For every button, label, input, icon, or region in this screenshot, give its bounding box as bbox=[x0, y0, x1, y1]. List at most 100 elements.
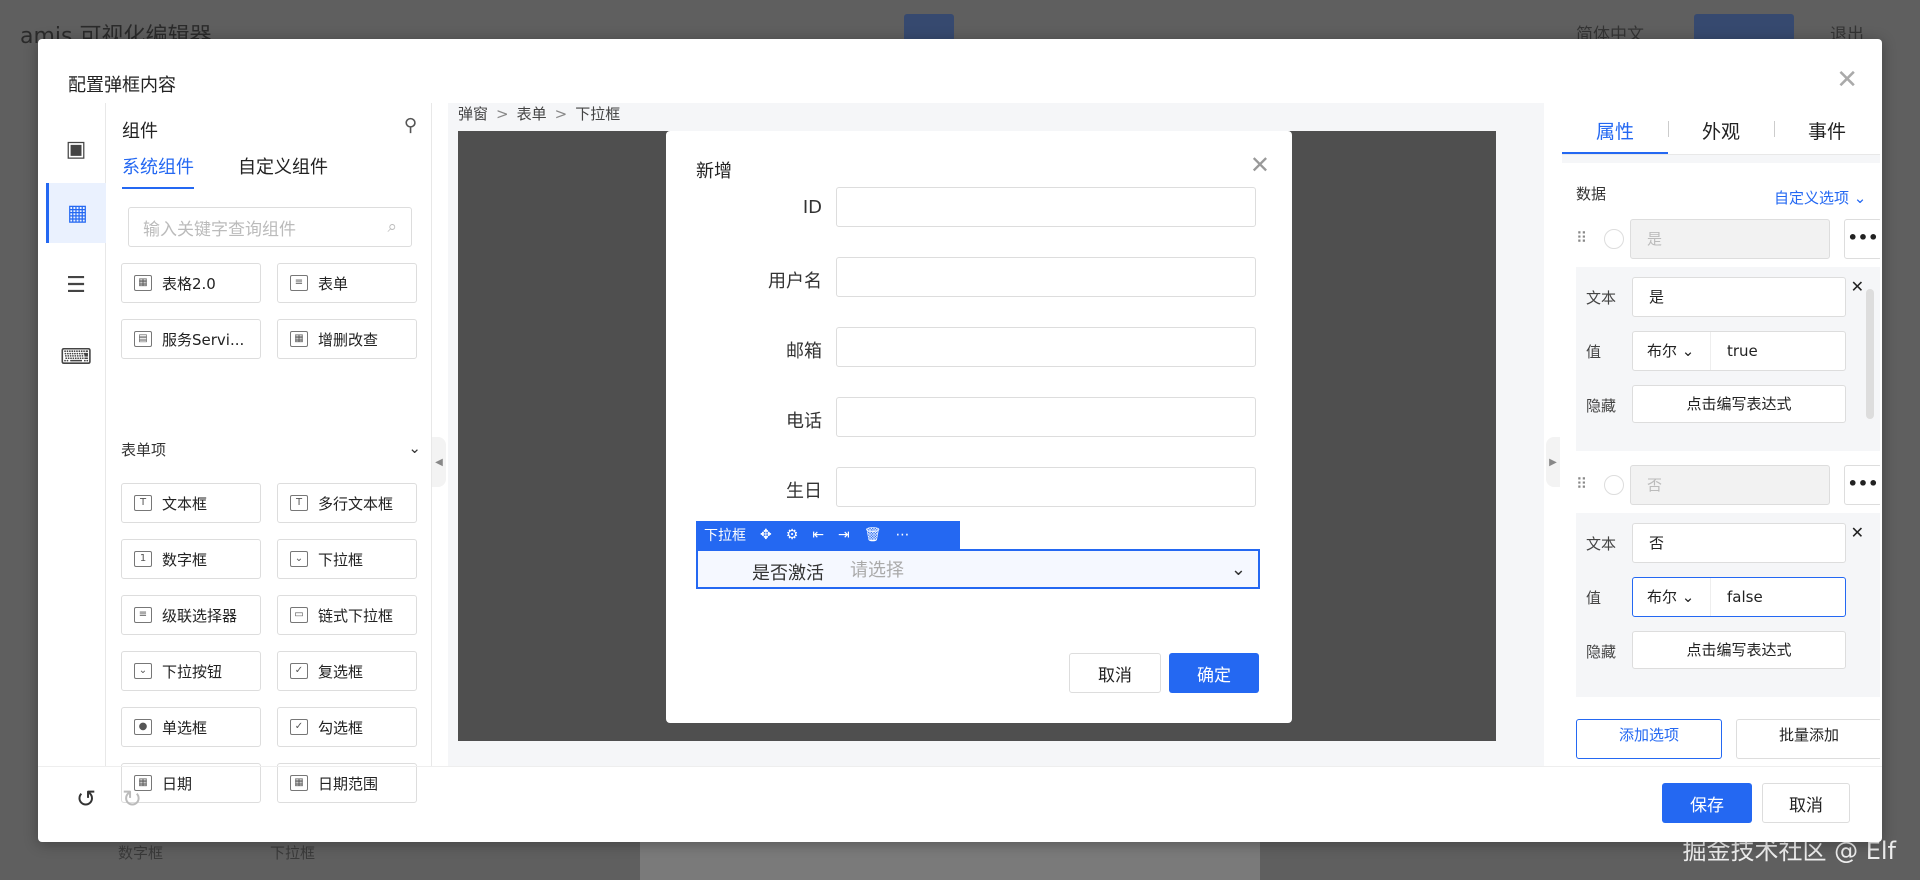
search-placeholder: 输入关键字查询组件 bbox=[143, 219, 296, 240]
batch-add-button[interactable]: 批量添加 bbox=[1736, 719, 1880, 759]
default-radio[interactable] bbox=[1604, 475, 1624, 495]
tab-properties[interactable]: 属性 bbox=[1562, 103, 1668, 154]
form-items-grid: T 文本框 T 多行文本框 1 数字框 ⌄ 下拉框 ≡ 级联选择器 ▭ 链式下拉框 ⌄ 下拉按… bbox=[121, 483, 421, 803]
component-item-text[interactable]: T 文本框 bbox=[121, 483, 261, 523]
insert-before-icon[interactable]: ⇤ bbox=[812, 527, 824, 543]
form-row-email: 邮箱 bbox=[696, 327, 1256, 369]
edit-expression-button[interactable]: 点击编写表达式 bbox=[1632, 385, 1846, 423]
background-footer-item: 下拉框 bbox=[270, 844, 316, 862]
breadcrumb-item[interactable]: 弹窗 bbox=[458, 105, 488, 123]
breadcrumb: 弹窗 > 表单 > 下拉框 bbox=[458, 105, 621, 123]
more-icon[interactable]: ⋯ bbox=[896, 527, 910, 543]
cancel-button[interactable]: 取消 bbox=[1762, 783, 1850, 823]
save-button[interactable]: 保存 bbox=[1662, 783, 1752, 823]
top-components-grid: ▦ 表格2.0 ≡ 表单 ▤ 服务Servi... ▦ 增删改查 bbox=[121, 263, 421, 359]
default-radio[interactable] bbox=[1604, 229, 1624, 249]
property-tabs: 属性 外观 事件 bbox=[1562, 103, 1880, 155]
field-label: ID bbox=[802, 197, 822, 218]
select-input[interactable]: 请选择 ⌄ bbox=[838, 551, 1258, 587]
background-footer bbox=[640, 840, 1260, 880]
dialog-close-icon[interactable]: ✕ bbox=[1250, 151, 1270, 179]
option-edit-panel: ✕ 文本 是 值 布尔 ⌄ true 隐藏 点击编写表达式 bbox=[1576, 267, 1880, 451]
panel-divider bbox=[1562, 155, 1880, 163]
value-type-select[interactable]: 布尔 ⌄ bbox=[1633, 332, 1711, 370]
drag-handle-icon[interactable]: ⠿ bbox=[1576, 229, 1587, 247]
component-search-input[interactable]: 输入关键字查询组件 ⌕ bbox=[128, 207, 412, 247]
component-item-textarea[interactable]: T 多行文本框 bbox=[277, 483, 417, 523]
field-input[interactable] bbox=[836, 467, 1256, 507]
component-item-chained-select[interactable]: ▭ 链式下拉框 bbox=[277, 595, 417, 635]
close-icon[interactable]: ✕ bbox=[1851, 277, 1864, 296]
component-item-service[interactable]: ▤ 服务Servi... bbox=[121, 319, 261, 359]
properties-panel: 属性 外观 事件 数据 自定义选项 ⌄ ⠿ 是 ••• ✕ 文本 是 值 布尔 … bbox=[1562, 103, 1880, 766]
component-item-dropdown-button[interactable]: ⌄ 下拉按钮 bbox=[121, 651, 261, 691]
collapse-right-handle[interactable]: ▶ bbox=[1546, 437, 1560, 487]
undo-icon[interactable]: ↺ bbox=[76, 785, 96, 813]
close-icon[interactable]: ✕ bbox=[1836, 65, 1858, 95]
bug-icon[interactable]: ⚙ bbox=[786, 527, 799, 543]
field-input[interactable] bbox=[836, 327, 1256, 367]
component-tabs: 系统组件 自定义组件 bbox=[122, 153, 328, 189]
canvas-area: 弹窗 > 表单 > 下拉框 新增 ✕ ID 用户名 邮箱 电话 生日 下拉框 ✥ ⚙ ⇤… bbox=[448, 103, 1544, 766]
component-item-crud[interactable]: ▦ 增删改查 bbox=[277, 319, 417, 359]
component-item-table[interactable]: ▦ 表格2.0 bbox=[121, 263, 261, 303]
form-items-section[interactable]: 表单项 ⌄ bbox=[121, 439, 421, 460]
move-icon[interactable]: ✥ bbox=[760, 527, 772, 543]
outline-tree-icon[interactable]: ☰ bbox=[46, 255, 106, 315]
tab-custom-components[interactable]: 自定义组件 bbox=[238, 153, 328, 189]
delete-icon[interactable]: 🗑 bbox=[864, 527, 882, 543]
properties-scrollbar[interactable] bbox=[1866, 289, 1874, 419]
selected-component-label: 下拉框 bbox=[704, 528, 746, 544]
components-grid-icon[interactable]: ▦ bbox=[46, 183, 106, 243]
field-input[interactable] bbox=[836, 187, 1256, 227]
option-text-input[interactable]: 是 bbox=[1632, 277, 1846, 317]
select-placeholder: 请选择 bbox=[850, 560, 904, 581]
option-mode-select[interactable]: 自定义选项 ⌄ bbox=[1774, 187, 1866, 208]
checkbox-icon: ✓ bbox=[290, 663, 308, 679]
tab-events[interactable]: 事件 bbox=[1774, 103, 1880, 154]
collapse-left-handle[interactable]: ◀ bbox=[432, 437, 446, 487]
component-item-radios[interactable]: ● 单选框 bbox=[121, 707, 261, 747]
pin-icon[interactable]: ⚲ bbox=[404, 115, 417, 136]
page-settings-icon[interactable]: ▣ bbox=[46, 119, 106, 179]
dialog-confirm-button[interactable]: 确定 bbox=[1169, 653, 1259, 693]
selection-toolbar: 下拉框 ✥ ⚙ ⇤ ⇥ 🗑 ⋯ bbox=[696, 521, 960, 549]
crud-icon: ▦ bbox=[290, 331, 308, 347]
checkmark-icon: ✓ bbox=[290, 719, 308, 735]
option-value-input[interactable]: 布尔 ⌄ false bbox=[1632, 577, 1846, 617]
tab-system-components[interactable]: 系统组件 bbox=[122, 153, 194, 189]
selected-select-field[interactable]: 是否激活 请选择 ⌄ bbox=[696, 549, 1260, 589]
hidden-label: 隐藏 bbox=[1586, 643, 1617, 661]
add-option-button[interactable]: 添加选项 bbox=[1576, 719, 1722, 759]
component-item-checkboxes[interactable]: ✓ 复选框 bbox=[277, 651, 417, 691]
drag-handle-icon[interactable]: ⠿ bbox=[1576, 475, 1587, 493]
edit-expression-button[interactable]: 点击编写表达式 bbox=[1632, 631, 1846, 669]
option-text-input[interactable]: 否 bbox=[1632, 523, 1846, 563]
component-item-cascader[interactable]: ≡ 级联选择器 bbox=[121, 595, 261, 635]
component-panel-title: 组件 bbox=[122, 121, 158, 142]
insert-after-icon[interactable]: ⇥ bbox=[838, 527, 850, 543]
breadcrumb-item[interactable]: 下拉框 bbox=[575, 105, 620, 123]
value-type-select[interactable]: 布尔 ⌄ bbox=[1633, 578, 1711, 616]
redo-icon[interactable]: ↻ bbox=[122, 785, 142, 813]
component-item-checkbox[interactable]: ✓ 勾选框 bbox=[277, 707, 417, 747]
form-icon: ≡ bbox=[290, 275, 308, 291]
breadcrumb-item[interactable]: 表单 bbox=[517, 105, 547, 123]
more-button[interactable]: ••• bbox=[1844, 219, 1880, 259]
section-title: 表单项 bbox=[121, 441, 167, 459]
preview-stage: 新增 ✕ ID 用户名 邮箱 电话 生日 下拉框 ✥ ⚙ ⇤ ⇥ 🗑 ⋯ 是否激… bbox=[458, 131, 1496, 741]
close-icon[interactable]: ✕ bbox=[1851, 523, 1864, 542]
field-input[interactable] bbox=[836, 397, 1256, 437]
value-label: 值 bbox=[1586, 343, 1602, 361]
code-icon[interactable]: ⌨ bbox=[46, 327, 106, 387]
dropdown-button-icon: ⌄ bbox=[134, 663, 152, 679]
field-input[interactable] bbox=[836, 257, 1256, 297]
option-value-input[interactable]: 布尔 ⌄ true bbox=[1632, 331, 1846, 371]
component-item-form[interactable]: ≡ 表单 bbox=[277, 263, 417, 303]
component-item-select[interactable]: ⌄ 下拉框 bbox=[277, 539, 417, 579]
more-button[interactable]: ••• bbox=[1844, 465, 1880, 505]
service-icon: ▤ bbox=[134, 331, 152, 347]
component-item-number[interactable]: 1 数字框 bbox=[121, 539, 261, 579]
dialog-cancel-button[interactable]: 取消 bbox=[1069, 653, 1161, 693]
tab-appearance[interactable]: 外观 bbox=[1668, 103, 1774, 154]
